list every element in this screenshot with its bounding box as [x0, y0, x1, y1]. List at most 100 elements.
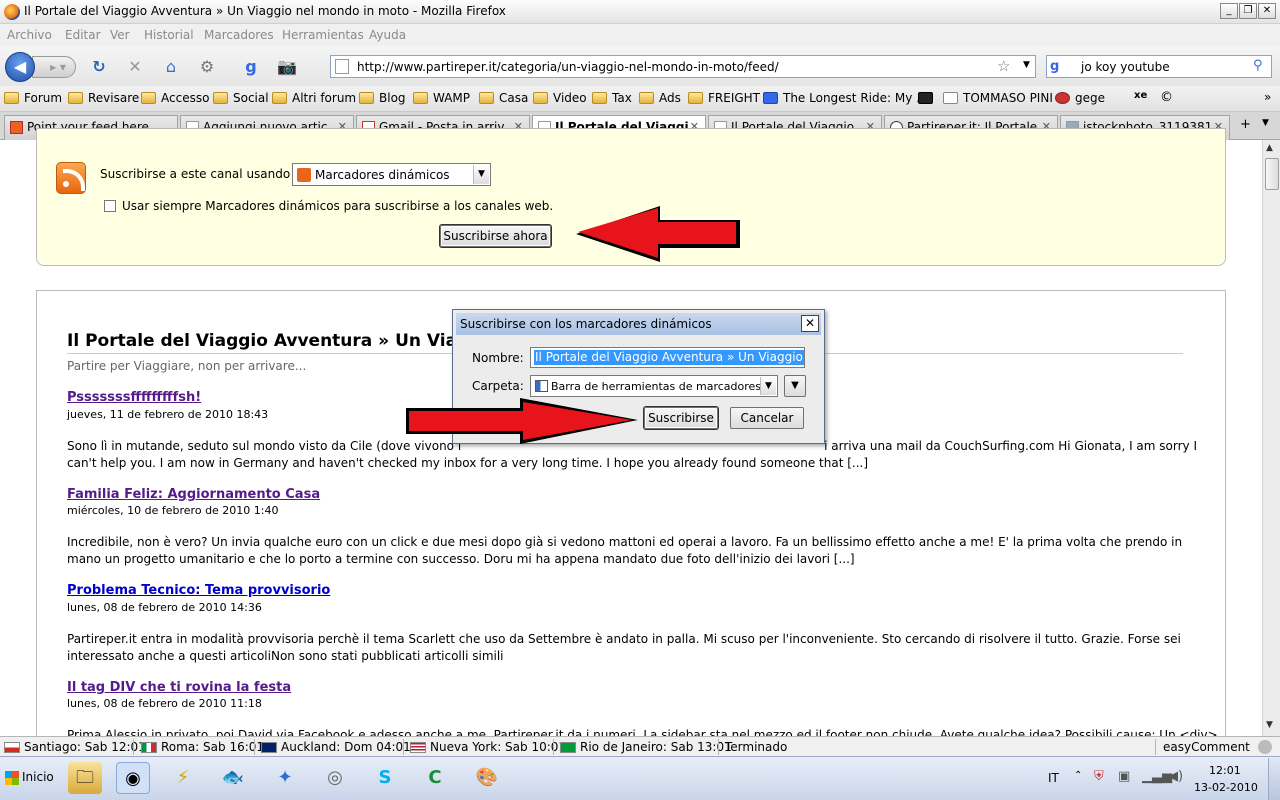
paint-icon[interactable]: 🎨 [470, 762, 504, 794]
firefox-taskbar-icon[interactable]: ◉ [116, 762, 150, 794]
italy-flag-icon [141, 742, 157, 753]
name-field[interactable]: Il Portale del Viaggio Avventura » Un Vi… [530, 347, 805, 368]
subscribe-now-button[interactable]: Suscribirse ahora [440, 225, 551, 247]
google-search-engine-icon[interactable]: g [1050, 58, 1068, 76]
back-button[interactable]: ◀ [5, 52, 35, 82]
search-query[interactable]: jo koy youtube [1081, 60, 1170, 74]
post-date: miércoles, 10 de febrero de 2010 1:40 [67, 504, 279, 517]
post-title-link[interactable]: Familia Feliz: Aggiornamento Casa [67, 487, 320, 502]
explorer-folder-icon[interactable]: 🗀 [68, 762, 102, 794]
expand-folders-button[interactable]: ▼ [784, 375, 806, 397]
folder-icon [413, 92, 428, 104]
bookmark-the-longest-ride[interactable]: The Longest Ride: My ... [763, 91, 928, 107]
webcam-icon[interactable]: ◎ [318, 762, 352, 794]
always-use-checkbox[interactable] [104, 200, 116, 212]
menu-historial[interactable]: Historial [144, 28, 194, 42]
clock-date[interactable]: 13-02-2010 [1194, 781, 1258, 794]
feed-reader-select[interactable]: Marcadores dinámicos ▼ [292, 163, 491, 186]
xe-icon[interactable]: xe [1134, 90, 1147, 101]
dropdown-arrow-icon[interactable]: ▼ [473, 165, 489, 184]
bookmark-folder-tax[interactable]: Tax [592, 91, 632, 107]
bookmark-star-icon[interactable]: ☆ [997, 57, 1010, 75]
scroll-down-icon[interactable]: ▼ [1266, 720, 1273, 730]
easycomment-addon[interactable]: easyComment [1163, 740, 1250, 754]
clock-santiago[interactable]: Santiago: Sab 12:01 [24, 740, 146, 754]
copyright-icon[interactable]: © [1160, 90, 1173, 105]
vertical-scrollbar[interactable]: ▲ ▼ [1262, 140, 1280, 736]
volume-tray-icon[interactable]: ◀) [1168, 769, 1183, 784]
bookmark-wu-icon[interactable] [918, 91, 936, 107]
device-tray-icon[interactable]: ▣ [1118, 769, 1130, 784]
bookmark-folder-forum[interactable]: Forum [4, 91, 62, 107]
bookmarks-overflow-icon[interactable]: » [1264, 90, 1271, 104]
bookmark-folder-freight[interactable]: FREIGHT [688, 91, 760, 107]
cancel-button[interactable]: Cancelar [730, 407, 804, 429]
security-tray-icon[interactable]: ⛨ [1094, 769, 1104, 784]
forward-button[interactable]: ▸ ▾ [32, 56, 76, 78]
screenshot-camera-icon[interactable]: 📷 [276, 56, 298, 78]
menu-archivo[interactable]: Archivo [7, 28, 52, 42]
reload-icon[interactable]: ↻ [88, 56, 110, 78]
stop-icon[interactable]: ✕ [124, 56, 146, 78]
search-bar[interactable]: g jo koy youtube ⚲ [1046, 55, 1272, 78]
bookmark-folder-revisare[interactable]: Revisare [68, 91, 139, 107]
clock-auckland[interactable]: Auckland: Dom 04:01 [281, 740, 411, 754]
name-field-value[interactable]: Il Portale del Viaggio Avventura » Un Vi… [534, 350, 804, 365]
google-toolbar-icon[interactable]: g [240, 56, 262, 78]
bookmark-folder-altri-forum[interactable]: Altri forum [272, 91, 356, 107]
feedburner-icon [10, 121, 23, 134]
url-text[interactable]: http://www.partireper.it/categoria/un-vi… [357, 60, 779, 74]
menu-marcadores[interactable]: Marcadores [204, 28, 274, 42]
home-icon[interactable]: ⌂ [160, 56, 182, 78]
clock-time[interactable]: 12:01 [1209, 764, 1241, 777]
start-button[interactable]: Inicio [2, 765, 54, 791]
bookmark-folder-casa[interactable]: Casa [479, 91, 528, 107]
clock-rio-de-janeiro[interactable]: Rio de Janeiro: Sab 13:01 [580, 740, 732, 754]
url-bar[interactable]: http://www.partireper.it/categoria/un-vi… [330, 55, 1036, 78]
menu-editar[interactable]: Editar [65, 28, 101, 42]
bookmark-folder-accesso[interactable]: Accesso [141, 91, 209, 107]
dropdown-arrow-icon[interactable]: ▼ [760, 377, 776, 395]
menu-ver[interactable]: Ver [110, 28, 130, 42]
clock-roma[interactable]: Roma: Sab 16:01 [161, 740, 264, 754]
scrollbar-thumb[interactable] [1265, 158, 1279, 190]
tray-expand-icon[interactable]: ⌃ [1074, 770, 1082, 781]
bookmark-tommaso-pini[interactable]: TOMMASO PINI [943, 91, 1053, 107]
url-dropdown-icon[interactable]: ▼ [1023, 60, 1030, 70]
bookmark-folder-ads[interactable]: Ads [639, 91, 681, 107]
close-window-button[interactable]: ✕ [1258, 3, 1276, 19]
folder-select[interactable]: Barra de herramientas de marcadores ▼ [530, 375, 778, 397]
addon-icon[interactable]: ⚙ [196, 56, 218, 78]
post-title-link[interactable]: Problema Tecnico: Tema provvisorio [67, 583, 330, 598]
menu-herramientas[interactable]: Herramientas [282, 28, 364, 42]
tab-list-icon[interactable]: ▼ [1262, 118, 1269, 128]
menu-bar: Archivo Editar Ver Historial Marcadores … [0, 24, 1280, 46]
bookmark-gege[interactable]: gege [1055, 91, 1105, 107]
maximize-button[interactable]: ❐ [1239, 3, 1257, 19]
post-title-link[interactable]: Psssssssfffffffffsh! [67, 390, 201, 405]
addon-status-icon[interactable] [1258, 740, 1272, 754]
subscribe-button[interactable]: Suscribirse [644, 407, 718, 429]
post-title-link[interactable]: Il tag DIV che ti rovina la festa [67, 680, 291, 695]
winamp-icon[interactable]: ⚡ [166, 762, 200, 794]
bookmark-folder-blog[interactable]: Blog [359, 91, 406, 107]
status-separator [1155, 739, 1156, 755]
bookmark-folder-video[interactable]: Video [533, 91, 587, 107]
utorrent-icon[interactable]: C [418, 762, 452, 794]
subscribe-using-label: Suscribirse a este canal usando [100, 167, 291, 181]
search-go-icon[interactable]: ⚲ [1253, 58, 1263, 73]
show-desktop-button[interactable] [1268, 758, 1280, 800]
minimize-button[interactable]: _ [1220, 3, 1238, 19]
network-app-icon[interactable]: ✦ [268, 762, 302, 794]
bookmark-folder-social[interactable]: Social [213, 91, 269, 107]
bookmark-folder-wamp[interactable]: WAMP [413, 91, 470, 107]
menu-ayuda[interactable]: Ayuda [369, 28, 406, 42]
new-tab-icon[interactable]: + [1240, 117, 1251, 132]
skype-icon[interactable]: S [368, 762, 402, 794]
language-indicator[interactable]: IT [1048, 771, 1059, 785]
clock-nueva-york[interactable]: Nueva York: Sab 10:01 [430, 740, 566, 754]
scroll-up-icon[interactable]: ▲ [1266, 143, 1273, 153]
fish-app-icon[interactable]: 🐟 [216, 762, 250, 794]
dialog-close-button[interactable]: ✕ [801, 315, 819, 332]
rss-small-icon [297, 168, 311, 182]
